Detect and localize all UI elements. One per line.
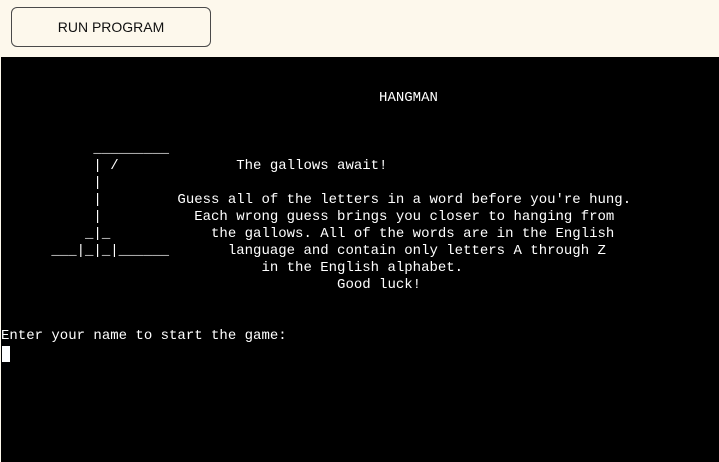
- terminal-line: |: [1, 175, 102, 191]
- terminal-line: HANGMAN: [1, 90, 438, 106]
- terminal-line: in the English alphabet.: [1, 260, 464, 276]
- terminal-line: _|_ the gallows. All of the words are in…: [1, 226, 615, 242]
- terminal-prompt: Enter your name to start the game:: [1, 328, 287, 344]
- text-cursor: [2, 346, 10, 362]
- terminal-line: _________: [1, 141, 170, 157]
- run-program-button[interactable]: RUN PROGRAM: [11, 7, 211, 47]
- terminal-line: Good luck!: [1, 277, 422, 293]
- terminal-line: | / The gallows await!: [1, 158, 388, 174]
- terminal-line: ___|_|_|______ language and contain only…: [1, 243, 606, 259]
- terminal-line: | Each wrong guess brings you closer to …: [1, 209, 615, 225]
- terminal-line: | Guess all of the letters in a word bef…: [1, 192, 632, 208]
- terminal-window[interactable]: HANGMAN _________ | / The gallows await!…: [1, 57, 719, 462]
